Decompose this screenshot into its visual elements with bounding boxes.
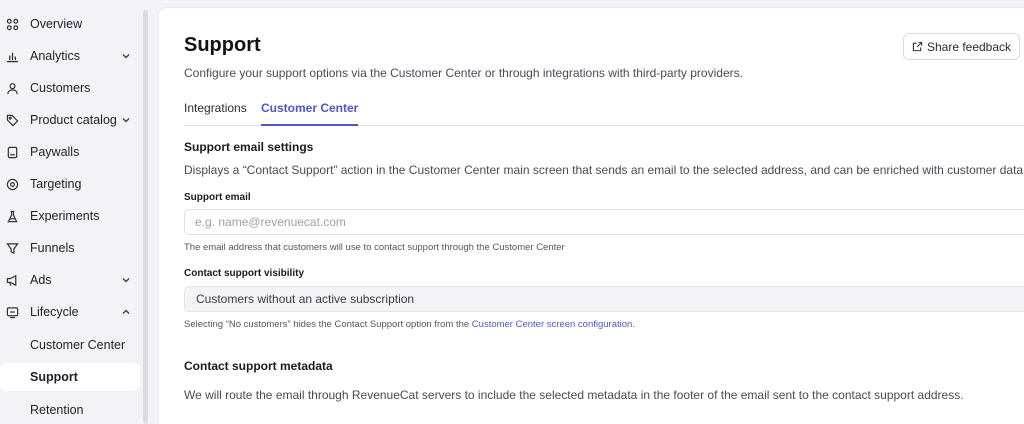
paywall-icon xyxy=(5,145,19,159)
sidebar-item-experiments[interactable]: Experiments xyxy=(0,202,140,230)
support-email-hint: The email address that customers will us… xyxy=(184,242,565,253)
sidebar-subitem-retention[interactable]: Retention xyxy=(0,396,140,424)
sidebar-item-label: Paywalls xyxy=(30,145,80,159)
sidebar-item-label: Targeting xyxy=(30,177,82,191)
visibility-hint-suffix: . xyxy=(632,319,635,330)
funnel-icon xyxy=(5,241,19,255)
visibility-selected-value: Customers without an active subscription xyxy=(196,292,415,306)
sidebar-item-label: Analytics xyxy=(30,49,81,63)
sidebar-item-label: Support xyxy=(30,370,78,384)
lifecycle-icon xyxy=(5,305,19,319)
target-icon xyxy=(5,177,19,191)
megaphone-icon xyxy=(5,273,19,287)
external-link-icon xyxy=(912,41,923,52)
share-feedback-button[interactable]: Share feedback xyxy=(903,33,1020,60)
tab-integrations[interactable]: Integrations xyxy=(184,101,247,126)
visibility-hint-text: Selecting “No customers” hides the Conta… xyxy=(184,319,472,330)
flask-icon xyxy=(5,209,19,223)
sidebar-item-overview[interactable]: Overview xyxy=(0,10,140,38)
sidebar-item-label: Customer Center xyxy=(30,338,126,352)
sidebar-item-ads[interactable]: Ads xyxy=(0,266,140,294)
user-icon xyxy=(5,81,19,95)
sidebar-item-lifecycle[interactable]: Lifecycle xyxy=(0,298,140,326)
section-title-metadata: Contact support metadata xyxy=(184,359,333,373)
sidebar-item-label: Overview xyxy=(30,17,83,31)
sidebar-item-label: Retention xyxy=(30,403,84,417)
chevron-down-icon[interactable] xyxy=(120,274,132,286)
bar-chart-icon xyxy=(5,49,19,63)
section-description-metadata: We will route the email through RevenueC… xyxy=(184,388,964,402)
tab-bar: Integrations Customer Center xyxy=(184,100,1024,126)
chevron-up-icon[interactable] xyxy=(120,306,132,318)
sidebar-item-paywalls[interactable]: Paywalls xyxy=(0,138,140,166)
visibility-select[interactable]: Customers without an active subscription xyxy=(184,286,1024,312)
support-email-label: Support email xyxy=(184,192,251,203)
sidebar-item-label: Experiments xyxy=(30,209,100,223)
tab-customer-center[interactable]: Customer Center xyxy=(261,101,359,126)
chevron-down-icon[interactable] xyxy=(120,114,132,126)
main-panel: Support Share feedback Configure your su… xyxy=(158,7,1024,424)
section-description-email-settings: Displays a “Contact Support” action in t… xyxy=(184,163,1024,177)
share-feedback-label: Share feedback xyxy=(926,39,1012,54)
page-description: Configure your support options via the C… xyxy=(184,66,743,80)
section-title-email-settings: Support email settings xyxy=(184,140,314,154)
customer-center-config-link[interactable]: Customer Center screen configuration xyxy=(472,319,633,330)
sidebar-subitem-customer-center[interactable]: Customer Center xyxy=(0,331,140,359)
chevron-down-icon[interactable] xyxy=(120,50,132,62)
sidebar: Overview Analytics Customers Product cat… xyxy=(0,0,148,424)
sidebar-item-funnels[interactable]: Funnels xyxy=(0,234,140,262)
sidebar-scrollbar[interactable] xyxy=(143,10,148,424)
sidebar-item-label: Lifecycle xyxy=(30,305,79,319)
visibility-label: Contact support visibility xyxy=(184,268,305,279)
support-email-field[interactable] xyxy=(184,209,1024,235)
sidebar-item-customers[interactable]: Customers xyxy=(0,74,140,102)
sidebar-subitem-support[interactable]: Support xyxy=(0,363,140,391)
grid-icon xyxy=(5,17,19,31)
sidebar-item-product-catalog[interactable]: Product catalog xyxy=(0,106,140,134)
sidebar-item-analytics[interactable]: Analytics xyxy=(0,42,140,70)
sidebar-item-label: Customers xyxy=(30,81,91,95)
sidebar-item-label: Product catalog xyxy=(30,113,117,127)
sidebar-item-label: Ads xyxy=(30,273,52,287)
page-title: Support xyxy=(184,34,261,56)
sidebar-item-label: Funnels xyxy=(30,241,75,255)
visibility-hint: Selecting “No customers” hides the Conta… xyxy=(184,319,635,330)
tag-icon xyxy=(5,113,19,127)
sidebar-item-targeting[interactable]: Targeting xyxy=(0,170,140,198)
